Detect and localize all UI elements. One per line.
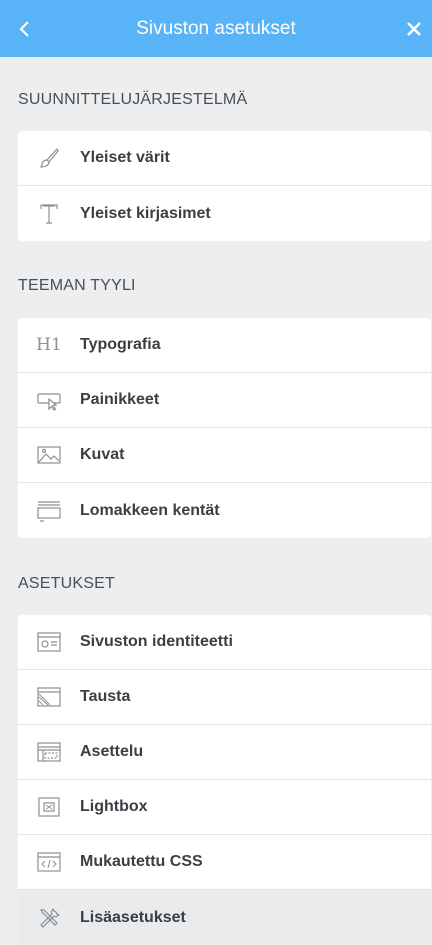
menu-item-label: Sivuston identiteetti <box>80 633 233 650</box>
menu-item-custom-css[interactable]: Mukautettu CSS <box>18 835 431 890</box>
menu-item-label: Mukautettu CSS <box>80 853 203 870</box>
background-icon <box>32 685 66 709</box>
button-cursor-icon <box>32 388 66 412</box>
menu-item-form-fields[interactable]: Lomakkeen kentät <box>18 483 431 538</box>
menu-item-site-identity[interactable]: Sivuston identiteetti <box>18 615 431 670</box>
theme-style-group: H1 Typografia Painikkeet Kuvat Lomakkeen… <box>18 318 431 538</box>
menu-item-label: Lightbox <box>80 798 148 815</box>
menu-item-label: Asettelu <box>80 743 144 760</box>
menu-item-global-fonts[interactable]: Yleiset kirjasimet <box>18 186 431 241</box>
settings-group: Sivuston identiteetti Tausta Asettelu Li… <box>18 615 431 945</box>
menu-item-label: Yleiset värit <box>80 149 170 166</box>
design-system-group: Yleiset värit Yleiset kirjasimet <box>18 131 431 241</box>
menu-item-typography[interactable]: H1 Typografia <box>18 318 431 373</box>
image-icon <box>32 443 66 467</box>
menu-item-label: Lomakkeen kentät <box>80 501 220 519</box>
menu-item-label: Kuvat <box>80 446 125 463</box>
heading-icon: H1 <box>32 335 66 355</box>
panel-title: Sivuston asetukset <box>136 18 296 39</box>
section-title-theme-style: TEEMAN TYYLI <box>18 277 136 294</box>
code-icon <box>32 850 66 874</box>
menu-item-label: Tausta <box>80 688 131 705</box>
menu-item-label: Lisäasetukset <box>80 908 186 926</box>
lightbox-icon <box>32 795 66 819</box>
menu-item-global-colors[interactable]: Yleiset värit <box>18 131 431 186</box>
brush-icon <box>32 146 66 170</box>
panel-header: Sivuston asetukset <box>0 0 432 57</box>
close-icon <box>407 21 421 36</box>
menu-item-buttons[interactable]: Painikkeet <box>18 373 431 428</box>
font-icon <box>32 202 66 226</box>
section-title-design-system: SUUNNITTELUJÄRJESTELMÄ <box>18 91 248 108</box>
form-field-icon <box>32 499 66 523</box>
tools-icon <box>32 906 66 930</box>
menu-item-images[interactable]: Kuvat <box>18 428 431 483</box>
menu-item-label: Painikkeet <box>80 391 160 408</box>
layout-icon <box>32 740 66 764</box>
menu-item-advanced-settings[interactable]: Lisäasetukset <box>18 890 431 945</box>
menu-item-label: Yleiset kirjasimet <box>80 204 211 222</box>
menu-item-layout[interactable]: Asettelu <box>18 725 431 780</box>
menu-item-background[interactable]: Tausta <box>18 670 431 725</box>
menu-item-label: Typografia <box>80 336 161 353</box>
id-card-icon <box>32 630 66 654</box>
menu-item-lightbox[interactable]: Lightbox <box>18 780 431 835</box>
close-button[interactable] <box>396 0 432 57</box>
heading-glyph: H1 <box>36 335 62 355</box>
section-title-settings: ASETUKSET <box>18 575 115 592</box>
